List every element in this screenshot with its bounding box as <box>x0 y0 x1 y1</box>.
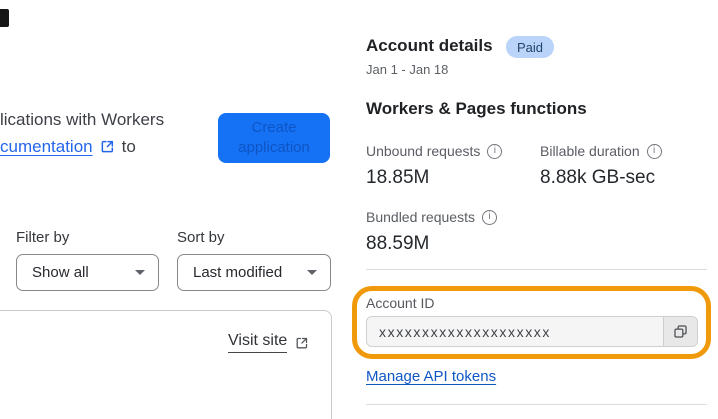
date-range: Jan 1 - Jan 18 <box>366 62 449 77</box>
sort-dropdown-value: Last modified <box>193 264 283 281</box>
metric-value: 18.85M <box>366 167 430 188</box>
divider <box>366 404 707 405</box>
metric-bundled-requests: Bundled requests i 88.59M <box>366 209 497 255</box>
chevron-down-icon <box>135 270 145 275</box>
metric-label: Billable duration <box>540 143 640 159</box>
copy-icon <box>672 323 689 340</box>
filter-by-label: Filter by <box>16 229 70 246</box>
metric-label: Bundled requests <box>366 209 475 225</box>
intro-after-link: to <box>121 137 136 156</box>
info-icon[interactable]: i <box>487 143 503 159</box>
workers-pages-dashboard: lications with Workers cumentation to Cr… <box>0 0 718 419</box>
intro-line-1: lications with Workers <box>0 110 165 129</box>
manage-api-tokens-link[interactable]: Manage API tokens <box>366 368 496 385</box>
external-link-icon <box>295 336 309 350</box>
create-button-line-2: application <box>238 139 310 156</box>
plan-badge: Paid <box>506 36 555 58</box>
metric-value: 8.88k GB-sec <box>540 167 656 188</box>
sort-by-label: Sort by <box>177 229 225 246</box>
documentation-link[interactable]: cumentation <box>0 133 93 160</box>
account-details-title: Account details <box>366 36 493 55</box>
intro-line-2: cumentation to <box>0 133 215 160</box>
account-id-field-group <box>366 316 698 347</box>
divider <box>366 269 707 270</box>
filter-dropdown-value: Show all <box>32 264 89 281</box>
metric-value: 88.59M <box>366 233 430 254</box>
intro-text: lications with Workers cumentation to <box>0 106 215 160</box>
create-button-line-1: Create <box>251 119 297 136</box>
metric-unbound-requests: Unbound requests i 18.85M <box>366 143 503 189</box>
account-id-label: Account ID <box>366 295 435 311</box>
info-icon[interactable]: i <box>646 143 662 159</box>
visit-site-link[interactable]: Visit site <box>228 332 309 353</box>
sort-dropdown[interactable]: Last modified <box>177 254 331 291</box>
account-id-input[interactable] <box>367 317 663 346</box>
create-application-button[interactable]: Create application <box>218 113 330 163</box>
metric-label: Unbound requests <box>366 143 481 159</box>
chevron-down-icon <box>307 270 317 275</box>
screen-edge-artifact <box>0 9 9 27</box>
filter-dropdown[interactable]: Show all <box>16 254 159 291</box>
visit-site-label: Visit site <box>228 332 288 353</box>
metric-billable-duration: Billable duration i 8.88k GB-sec <box>540 143 662 189</box>
info-icon[interactable]: i <box>481 209 497 225</box>
copy-button[interactable] <box>663 317 697 346</box>
functions-section-title: Workers & Pages functions <box>366 99 587 118</box>
external-link-icon <box>100 139 115 154</box>
projects-card <box>0 310 332 419</box>
